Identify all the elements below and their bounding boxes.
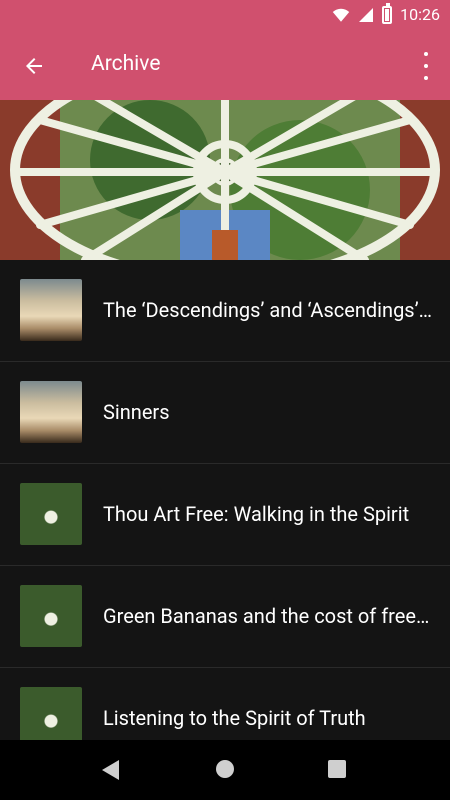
screen: 10:26 Archive The ‘Descendings’ and ‘Asc… (0, 0, 450, 800)
article-title: Sinners (103, 400, 170, 424)
arrow-left-icon[interactable] (22, 54, 46, 78)
battery-icon (382, 2, 393, 24)
article-thumbnail (20, 279, 82, 341)
header-image (0, 100, 450, 260)
article-list: The ‘Descendings’ and ‘Ascendings’ of Je… (0, 260, 450, 740)
wifi-icon (332, 8, 350, 22)
signal-icon (359, 7, 374, 22)
list-item[interactable]: Green Bananas and the cost of freedom (0, 566, 450, 668)
status-icons: 10:26 (332, 2, 440, 24)
nav-back-icon[interactable] (102, 760, 119, 780)
article-title: Green Bananas and the cost of freedom (103, 604, 433, 628)
list-item[interactable]: The ‘Descendings’ and ‘Ascendings’ of Je… (0, 260, 450, 362)
article-thumbnail (20, 687, 82, 740)
status-time: 10:26 (400, 5, 440, 24)
article-thumbnail (20, 381, 82, 443)
nav-recents-icon[interactable] (328, 760, 346, 778)
list-item[interactable]: Listening to the Spirit of Truth (0, 668, 450, 740)
article-thumbnail (20, 483, 82, 545)
nav-home-icon[interactable] (216, 760, 234, 778)
system-navigation-bar (0, 740, 450, 800)
article-title: Thou Art Free: Walking in the Spirit (103, 502, 410, 526)
article-title: The ‘Descendings’ and ‘Ascendings’ of Je… (103, 298, 433, 322)
app-bar: Archive (0, 32, 450, 100)
status-bar: 10:26 (0, 0, 450, 32)
article-thumbnail (20, 585, 82, 647)
article-title: Listening to the Spirit of Truth (103, 706, 366, 730)
more-vertical-icon[interactable] (422, 52, 430, 80)
list-item[interactable]: Thou Art Free: Walking in the Spirit (0, 464, 450, 566)
list-item[interactable]: Sinners (0, 362, 450, 464)
page-title: Archive (91, 52, 161, 76)
